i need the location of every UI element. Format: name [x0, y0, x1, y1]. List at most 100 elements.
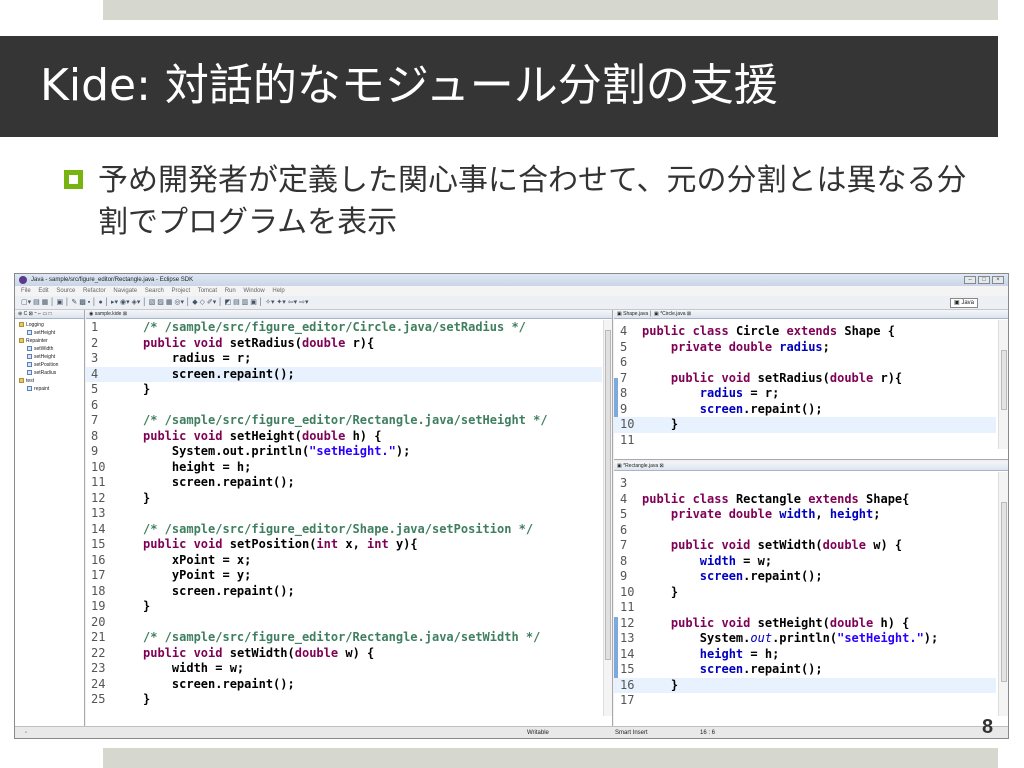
tree-item-setposition[interactable]: setPosition [15, 361, 84, 369]
code-line: 2 public void setRadius(double r){ [91, 335, 375, 350]
code-line: 17 yPoint = y; [91, 568, 252, 582]
circle-java-editor: ▣ Shape.java │ ▣ *Circle.java ⊠ 4 public … [614, 310, 1008, 460]
menu-project[interactable]: Project [171, 288, 190, 294]
scrollbar-thumb[interactable] [605, 330, 611, 660]
scrollbar-thumb[interactable] [1001, 502, 1007, 682]
method-icon [27, 354, 32, 360]
right-bottom-tabbar: ▣ *Rectangle.java ⊠ [614, 462, 1008, 471]
code-line: 24 screen.repaint(); [91, 676, 295, 691]
method-icon [27, 386, 32, 392]
status-writable: Writable [527, 730, 549, 736]
code-line: 11 screen.repaint(); [91, 475, 295, 489]
circle-code-area[interactable]: 4 public class Circle extends Shape { 5 p… [614, 324, 996, 452]
method-icon [27, 346, 32, 352]
java-file-icon: ▣ [617, 463, 622, 469]
outline-icon: ⊕ [18, 311, 23, 317]
code-area[interactable]: 1/* /sample/src/figure_editor/Circle.jav… [86, 320, 602, 716]
code-line: 7/* /sample/src/figure_editor/Rectangle.… [91, 413, 548, 427]
code-line: 18 screen.repaint(); [91, 583, 295, 598]
code-line: 20 [91, 614, 106, 629]
perspective-label: Java [961, 300, 974, 306]
code-line: 9 System.out.println("setHeight."); [91, 444, 411, 458]
toolbar-icons[interactable]: ▢▾ ▤ ▦ │ ▣ │ ✎ ▩ ▪ │ ● │ ▸▾ ◉▾ ◈▾ │ ▧ ▨ … [21, 299, 308, 306]
maximize-icon[interactable]: □ [978, 276, 990, 284]
bullet-text: 予め開発者が定義した関心事に合わせて、元の分割とは異なる分割でプログラムを表示 [98, 163, 967, 240]
tab-circle-java[interactable]: *Circle.java [660, 311, 685, 317]
status-cursor-position: 16 : 6 [700, 730, 716, 736]
scrollbar-thumb[interactable] [1001, 350, 1007, 410]
close-tab-icon[interactable]: ⊠ [123, 311, 127, 317]
vertical-scrollbar[interactable] [998, 320, 1008, 449]
code-line: 19} [91, 599, 151, 613]
java-file-icon: ▣ [617, 311, 622, 317]
editor-tabbar: ◉ sample.kide ⊠ [86, 310, 612, 319]
tree-item-logging[interactable]: Logging [15, 321, 84, 329]
close-tab-icon[interactable]: ⊠ [687, 311, 691, 317]
menu-window[interactable]: Window [243, 288, 264, 294]
menu-refactor[interactable]: Refactor [83, 288, 106, 294]
code-line: 5} [91, 382, 151, 396]
code-line: 22 public void setWidth(double w) { [91, 645, 375, 660]
window-titlebar: Java - sample/src/figure_editor/Rectangl… [15, 274, 1008, 286]
page-number: 8 [982, 716, 994, 738]
close-tab-icon[interactable]: ⊠ [660, 463, 664, 469]
rectangle-code-area[interactable]: 3 4 public class Rectangle extends Shape{… [614, 476, 996, 728]
perspective-switcher[interactable]: ▣ Java [949, 298, 978, 308]
tree-item-setheight[interactable]: setHeight [15, 353, 84, 361]
code-line: 15 public void setPosition(int x, int y){ [91, 537, 418, 551]
method-icon [27, 370, 32, 376]
tree-item-repaint[interactable]: repaint [15, 385, 84, 393]
menu-source[interactable]: Source [56, 288, 75, 294]
method-icon [27, 362, 32, 368]
bottom-decor-bar [103, 748, 998, 768]
rectangle-java-editor: ▣ *Rectangle.java ⊠ 3 4 public class Rect… [614, 462, 1008, 726]
editor-tab-sample-kide[interactable]: sample.kide [95, 311, 122, 317]
code-line: 3 radius = r; [91, 351, 252, 365]
code-line: 6 [91, 397, 99, 412]
outline-tree: Logging setHeight Repainter setWidth set… [15, 319, 84, 393]
menu-run[interactable]: Run [225, 288, 236, 294]
minimize-icon[interactable]: – [964, 276, 976, 284]
top-decor-bar [103, 0, 998, 20]
menu-file[interactable]: File [21, 288, 31, 294]
slide: Kide: 対話的なモジュール分割の支援 予め開発者が定義した関心事に合わせて、… [0, 0, 1024, 768]
folder-icon [19, 322, 24, 328]
code-line: 14/* /sample/src/figure_editor/Shape.jav… [91, 521, 534, 536]
status-icon: ◦ [25, 730, 28, 736]
code-line-current: 4 screen.repaint(); [86, 366, 602, 382]
menu-edit[interactable]: Edit [38, 288, 48, 294]
menu-tomcat[interactable]: Tomcat [198, 288, 217, 294]
code-line: 10 height = h; [91, 459, 252, 474]
slide-title: Kide: 対話的なモジュール分割の支援 [40, 60, 778, 111]
code-line: 1/* /sample/src/figure_editor/Circle.jav… [91, 320, 526, 334]
close-icon[interactable]: × [992, 276, 1004, 284]
title-band: Kide: 対話的なモジュール分割の支援 [0, 36, 998, 137]
tree-item-setradius[interactable]: setRadius [15, 369, 84, 377]
vertical-scrollbar[interactable] [603, 320, 612, 716]
method-icon [27, 330, 32, 336]
square-bullet-icon [64, 170, 83, 189]
tree-item-repainter[interactable]: Repainter [15, 337, 84, 345]
code-line: 16 xPoint = x; [91, 552, 252, 567]
kide-editor: ◉ sample.kide ⊠ 1/* /sample/src/figure_e… [86, 310, 613, 726]
tab-shape-java[interactable]: Shape.java [623, 311, 648, 317]
java-perspective-icon: ▣ [953, 300, 960, 306]
menu-bar: File Edit Source Refactor Navigate Searc… [15, 286, 1008, 296]
toolbar: ▢▾ ▤ ▦ │ ▣ │ ✎ ▩ ▪ │ ● │ ▸▾ ◉▾ ◈▾ │ ▧ ▨ … [15, 296, 1008, 310]
outline-tab[interactable]: C [24, 311, 28, 317]
kide-file-icon: ◉ [89, 311, 94, 317]
tree-item-setwidth[interactable]: setWidth [15, 345, 84, 353]
menu-help[interactable]: Help [272, 288, 284, 294]
code-line: 8 public void setHeight(double h) { [91, 428, 382, 443]
menu-search[interactable]: Search [145, 288, 164, 294]
tab-rectangle-java[interactable]: *Rectangle.java [623, 463, 658, 469]
vertical-scrollbar[interactable] [998, 472, 1008, 716]
status-insert-mode: Smart Insert [615, 730, 648, 736]
eclipse-icon [19, 276, 27, 284]
tree-item-test[interactable]: test [15, 377, 84, 385]
tree-item-setheight[interactable]: setHeight [15, 329, 84, 337]
code-line: 12} [91, 490, 151, 505]
concern-outline-view: ⊕ C ⊠ ⁼ ⌐ ▭ □ Logging setHeight Repainte… [15, 310, 85, 726]
status-bar: ◦ Writable Smart Insert 16 : 6 [15, 726, 1008, 738]
menu-navigate[interactable]: Navigate [113, 288, 137, 294]
